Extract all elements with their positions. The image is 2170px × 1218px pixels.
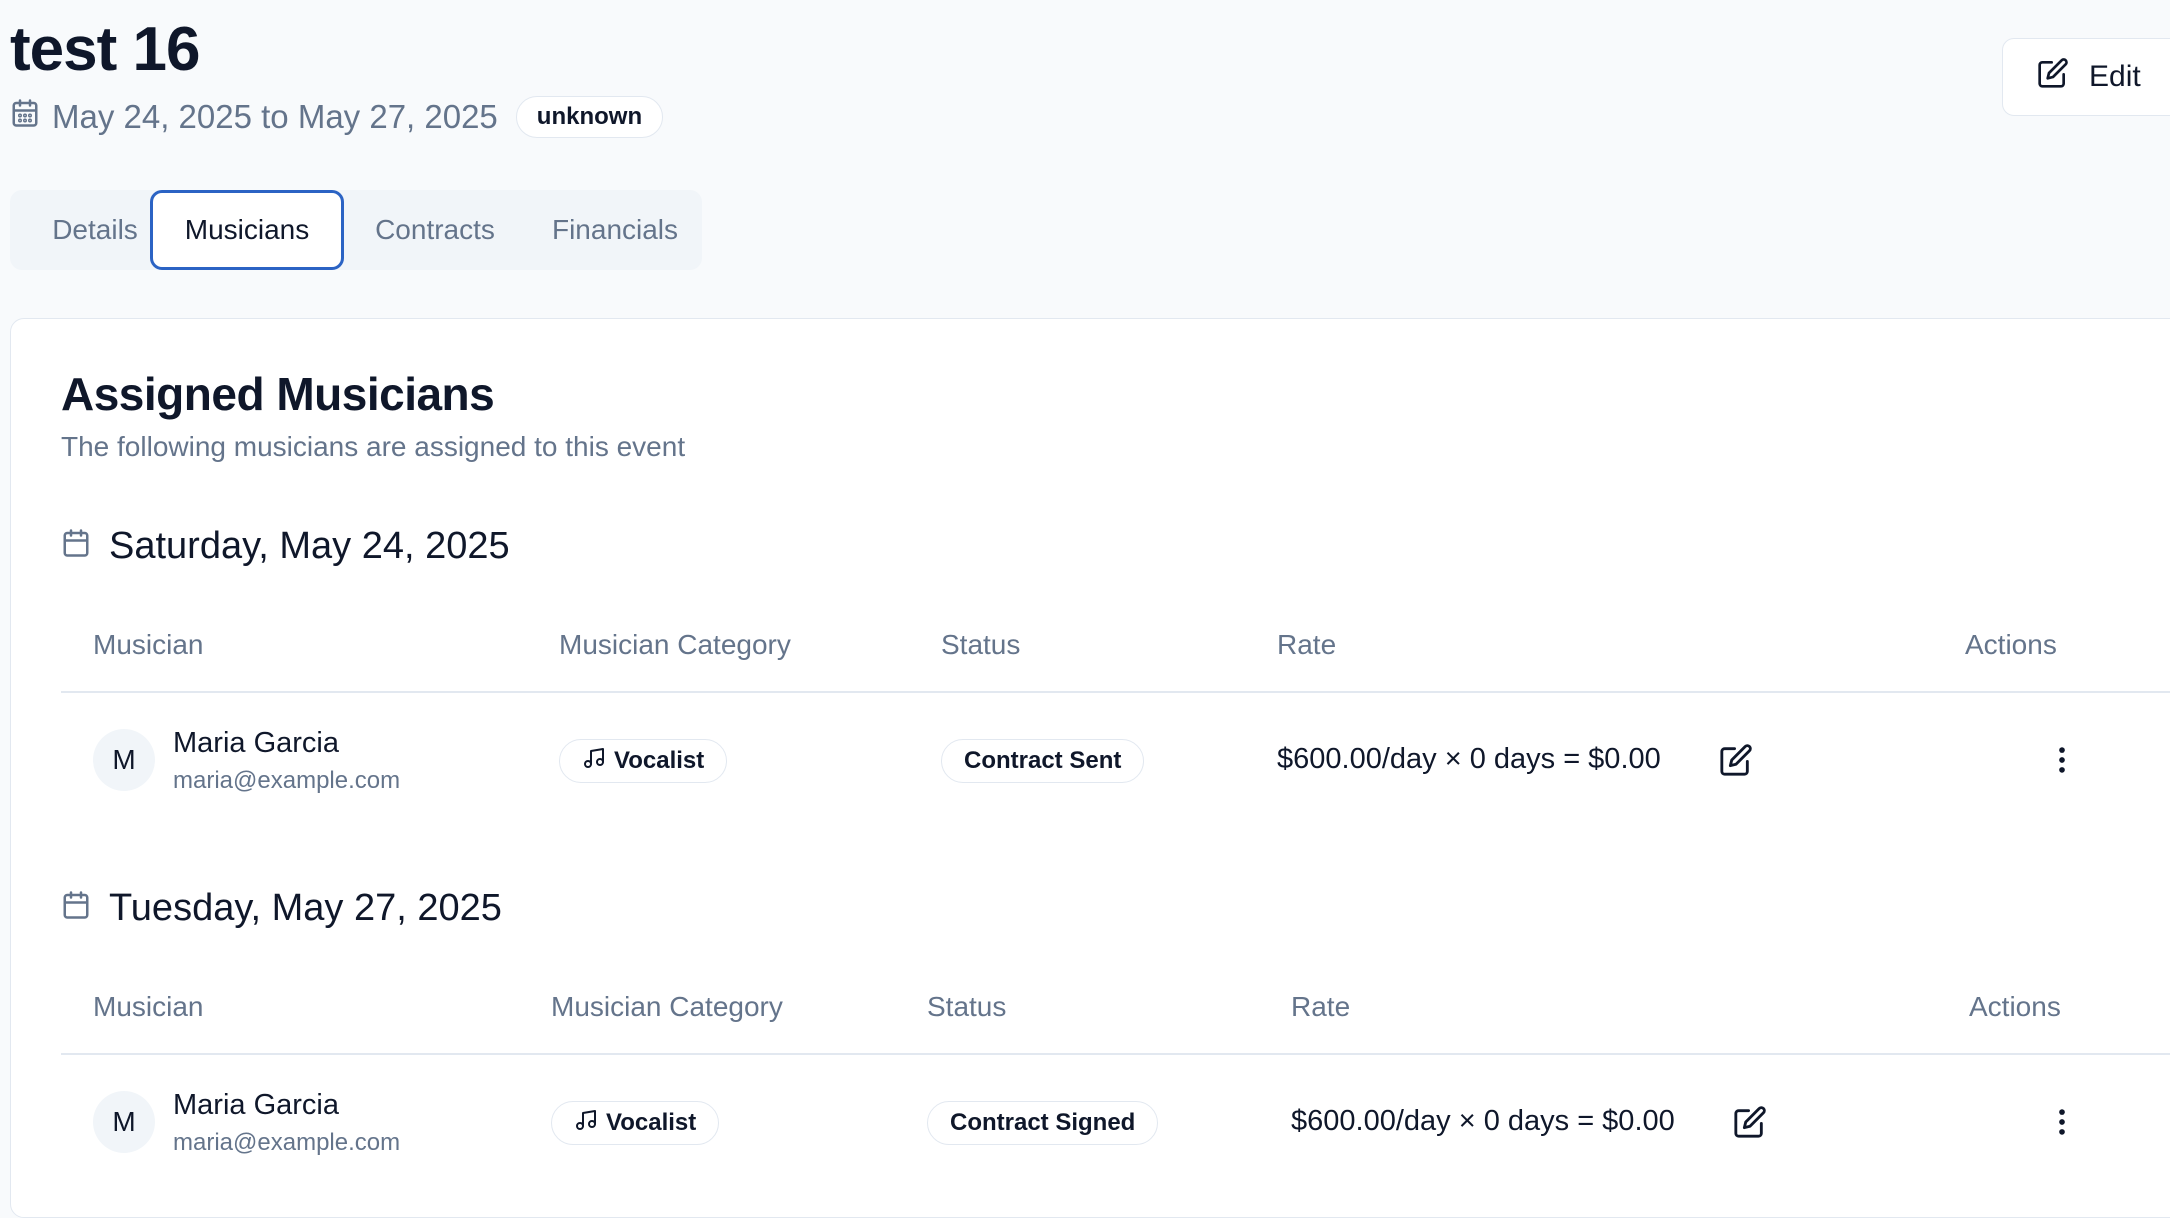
edit-rate-button[interactable] (1719, 743, 1753, 777)
rate-value: $600.00/day × 0 days = $0.00 (1277, 743, 1661, 775)
column-header-musician: Musician (93, 629, 204, 660)
column-header-actions: Actions (1965, 629, 2057, 660)
event-date-line: May 24, 2025 to May 27, 2025 unknown (10, 96, 664, 138)
musician-email: maria@example.com (173, 767, 401, 794)
column-header-status: Status (927, 991, 1007, 1022)
category-badge: Vocalist (559, 739, 728, 783)
musician-email: maria@example.com (173, 1129, 401, 1156)
status-badge: Contract Signed (927, 1101, 1159, 1145)
more-vertical-icon (2045, 747, 2079, 781)
musician-name: Maria Garcia (173, 1089, 339, 1121)
page-title: test 16 (10, 15, 200, 84)
status-badge: unknown (515, 96, 664, 138)
tab-list: Details Musicians Contracts Financials (10, 190, 702, 270)
row-actions-menu-button[interactable] (2045, 1105, 2079, 1139)
avatar: M (93, 729, 155, 791)
music-note-icon (574, 1108, 598, 1139)
table-divider (61, 1053, 2170, 1055)
card-description: The following musicians are assigned to … (61, 431, 686, 462)
status-badge: Contract Sent (941, 739, 1145, 783)
category-label: Vocalist (614, 747, 705, 774)
more-vertical-icon (2045, 1109, 2079, 1143)
calendar-icon (61, 887, 91, 930)
event-date-range: May 24, 2025 to May 27, 2025 (52, 98, 498, 135)
rate-value: $600.00/day × 0 days = $0.00 (1291, 1105, 1675, 1137)
edit-rate-button[interactable] (1733, 1105, 1767, 1139)
pencil-square-icon (2037, 57, 2069, 97)
column-header-rate: Rate (1277, 629, 1337, 660)
column-header-category: Musician Category (551, 991, 783, 1022)
day-date: Saturday, May 24, 2025 (109, 525, 510, 567)
tab-details[interactable]: Details (30, 190, 160, 270)
pencil-square-icon (1733, 1106, 1767, 1143)
calendar-icon (61, 525, 91, 568)
pencil-square-icon (1719, 744, 1753, 781)
day-date: Tuesday, May 27, 2025 (109, 887, 502, 929)
category-badge: Vocalist (551, 1101, 720, 1145)
column-header-actions: Actions (1969, 991, 2061, 1022)
avatar: M (93, 1091, 155, 1153)
column-header-category: Musician Category (559, 629, 791, 660)
music-note-icon (582, 746, 606, 777)
day-heading: Tuesday, May 27, 2025 (61, 887, 502, 930)
tab-financials[interactable]: Financials (530, 190, 700, 270)
card-title: Assigned Musicians (61, 368, 495, 420)
column-header-status: Status (941, 629, 1021, 660)
musician-name: Maria Garcia (173, 727, 339, 759)
tab-musicians[interactable]: Musicians (150, 190, 344, 270)
assigned-musicians-card: Assigned Musicians The following musicia… (10, 318, 2170, 1218)
edit-button[interactable]: Edit (2002, 38, 2170, 116)
category-label: Vocalist (606, 1109, 697, 1136)
day-heading: Saturday, May 24, 2025 (61, 525, 510, 568)
table-divider (61, 691, 2170, 693)
calendar-icon (10, 98, 40, 136)
edit-button-label: Edit (2089, 60, 2141, 93)
column-header-rate: Rate (1291, 991, 1351, 1022)
tab-contracts[interactable]: Contracts (350, 190, 520, 270)
column-header-musician: Musician (93, 991, 204, 1022)
row-actions-menu-button[interactable] (2045, 743, 2079, 777)
